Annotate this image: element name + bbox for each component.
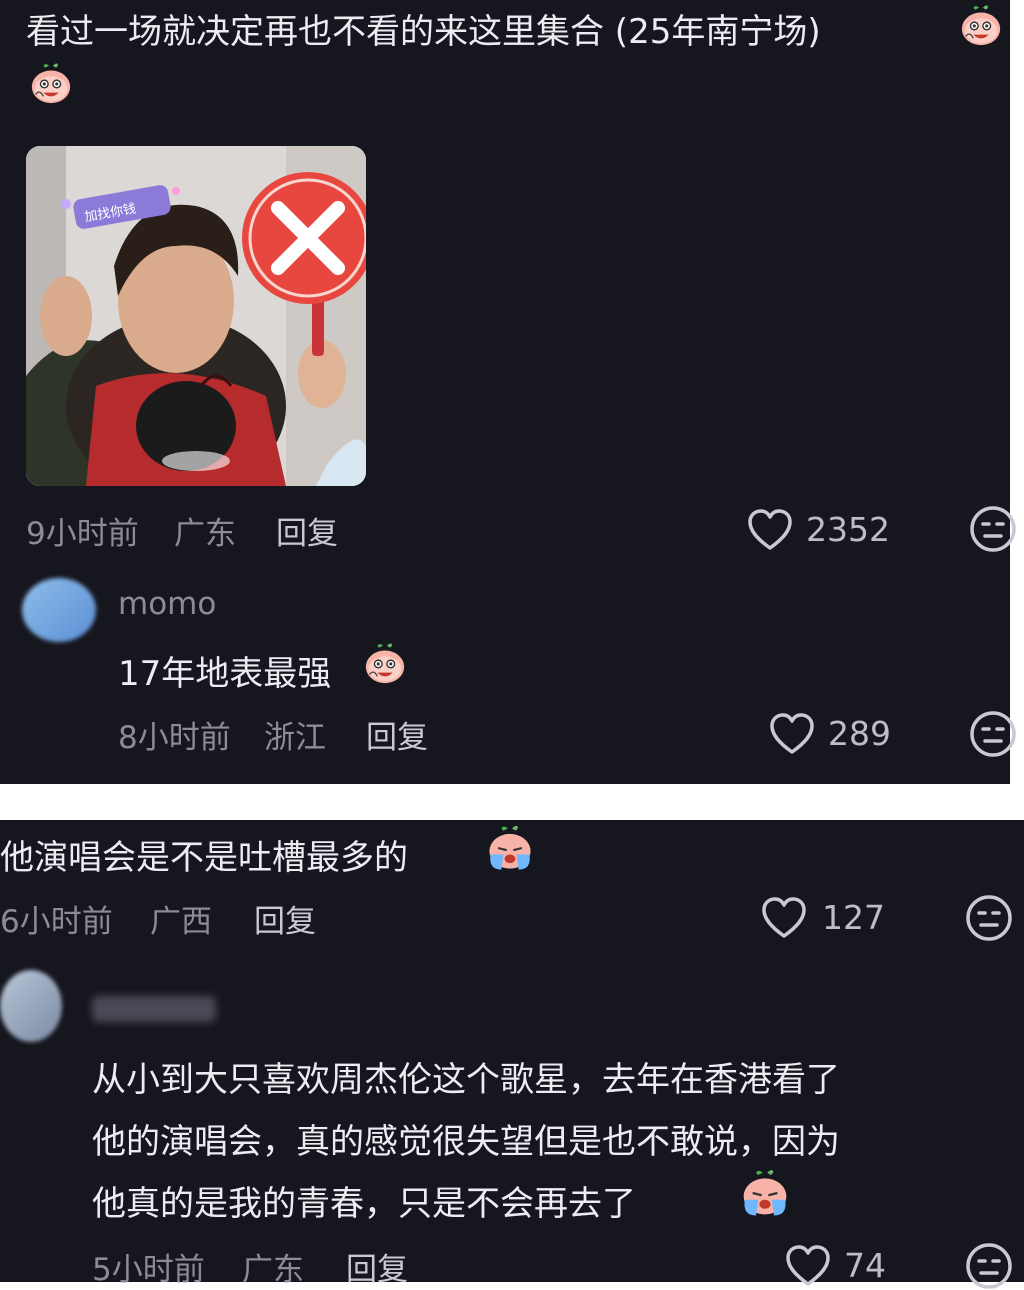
comment-panel-top: 看过一场就决定再也不看的来这里集合 (25年南宁场) 加找你钱 9小时前 广东 … [0, 0, 1010, 784]
comment-location: 广东 [174, 516, 236, 552]
reply-text-line-2: 他的演唱会，真的感觉很失望但是也不敢说，因为 [92, 1122, 840, 1162]
reply-button[interactable]: 回复 [276, 508, 338, 553]
reply-button[interactable]: 回复 [346, 1244, 408, 1289]
comment-text: 看过一场就决定再也不看的来这里集合 (25年南宁场) [26, 12, 821, 52]
peach-cry-emoji [738, 1166, 792, 1220]
reply-username[interactable]: momo [118, 586, 216, 622]
meh-face-icon[interactable] [969, 505, 1017, 553]
heart-outline-icon[interactable] [768, 712, 816, 756]
comment-time: 9小时前 [26, 516, 139, 552]
peach-laugh-emoji [28, 60, 74, 106]
meh-face-icon[interactable] [965, 894, 1013, 942]
blurred-username[interactable] [92, 996, 216, 1022]
reply-location: 浙江 [264, 720, 326, 756]
reply-text-line-3: 他真的是我的青春，只是不会再去了 [92, 1184, 636, 1224]
peach-laugh-emoji [958, 2, 1004, 48]
meh-face-icon[interactable] [969, 710, 1017, 758]
meh-face-icon[interactable] [965, 1242, 1013, 1290]
comment-panel-bottom: 他演唱会是不是吐槽最多的 6小时前 广西 回复 127 从小到大只喜欢周杰伦这个… [0, 820, 1024, 1282]
peach-cry-emoji [484, 822, 536, 874]
comment-image[interactable]: 加找你钱 [26, 146, 366, 486]
comment-location: 广西 [150, 904, 212, 940]
like-count: 289 [828, 714, 891, 753]
reply-time: 5小时前 [92, 1252, 205, 1288]
heart-outline-icon[interactable] [760, 896, 808, 940]
reply-text-line-1: 从小到大只喜欢周杰伦这个歌星，去年在香港看了 [92, 1060, 840, 1100]
peach-laugh-emoji [362, 640, 408, 686]
heart-outline-icon[interactable] [784, 1244, 832, 1288]
like-count: 74 [844, 1246, 886, 1285]
heart-outline-icon[interactable] [746, 508, 794, 552]
avatar[interactable] [22, 578, 96, 642]
like-count: 127 [822, 898, 885, 937]
reply-time: 8小时前 [118, 720, 231, 756]
reply-location: 广东 [242, 1252, 304, 1288]
like-count: 2352 [806, 510, 890, 549]
reply-button[interactable]: 回复 [254, 896, 316, 941]
comment-text: 他演唱会是不是吐槽最多的 [0, 838, 408, 878]
avatar[interactable] [0, 970, 62, 1042]
comment-time: 6小时前 [0, 904, 113, 940]
reply-text: 17年地表最强 [118, 654, 332, 694]
reply-button[interactable]: 回复 [366, 712, 428, 757]
